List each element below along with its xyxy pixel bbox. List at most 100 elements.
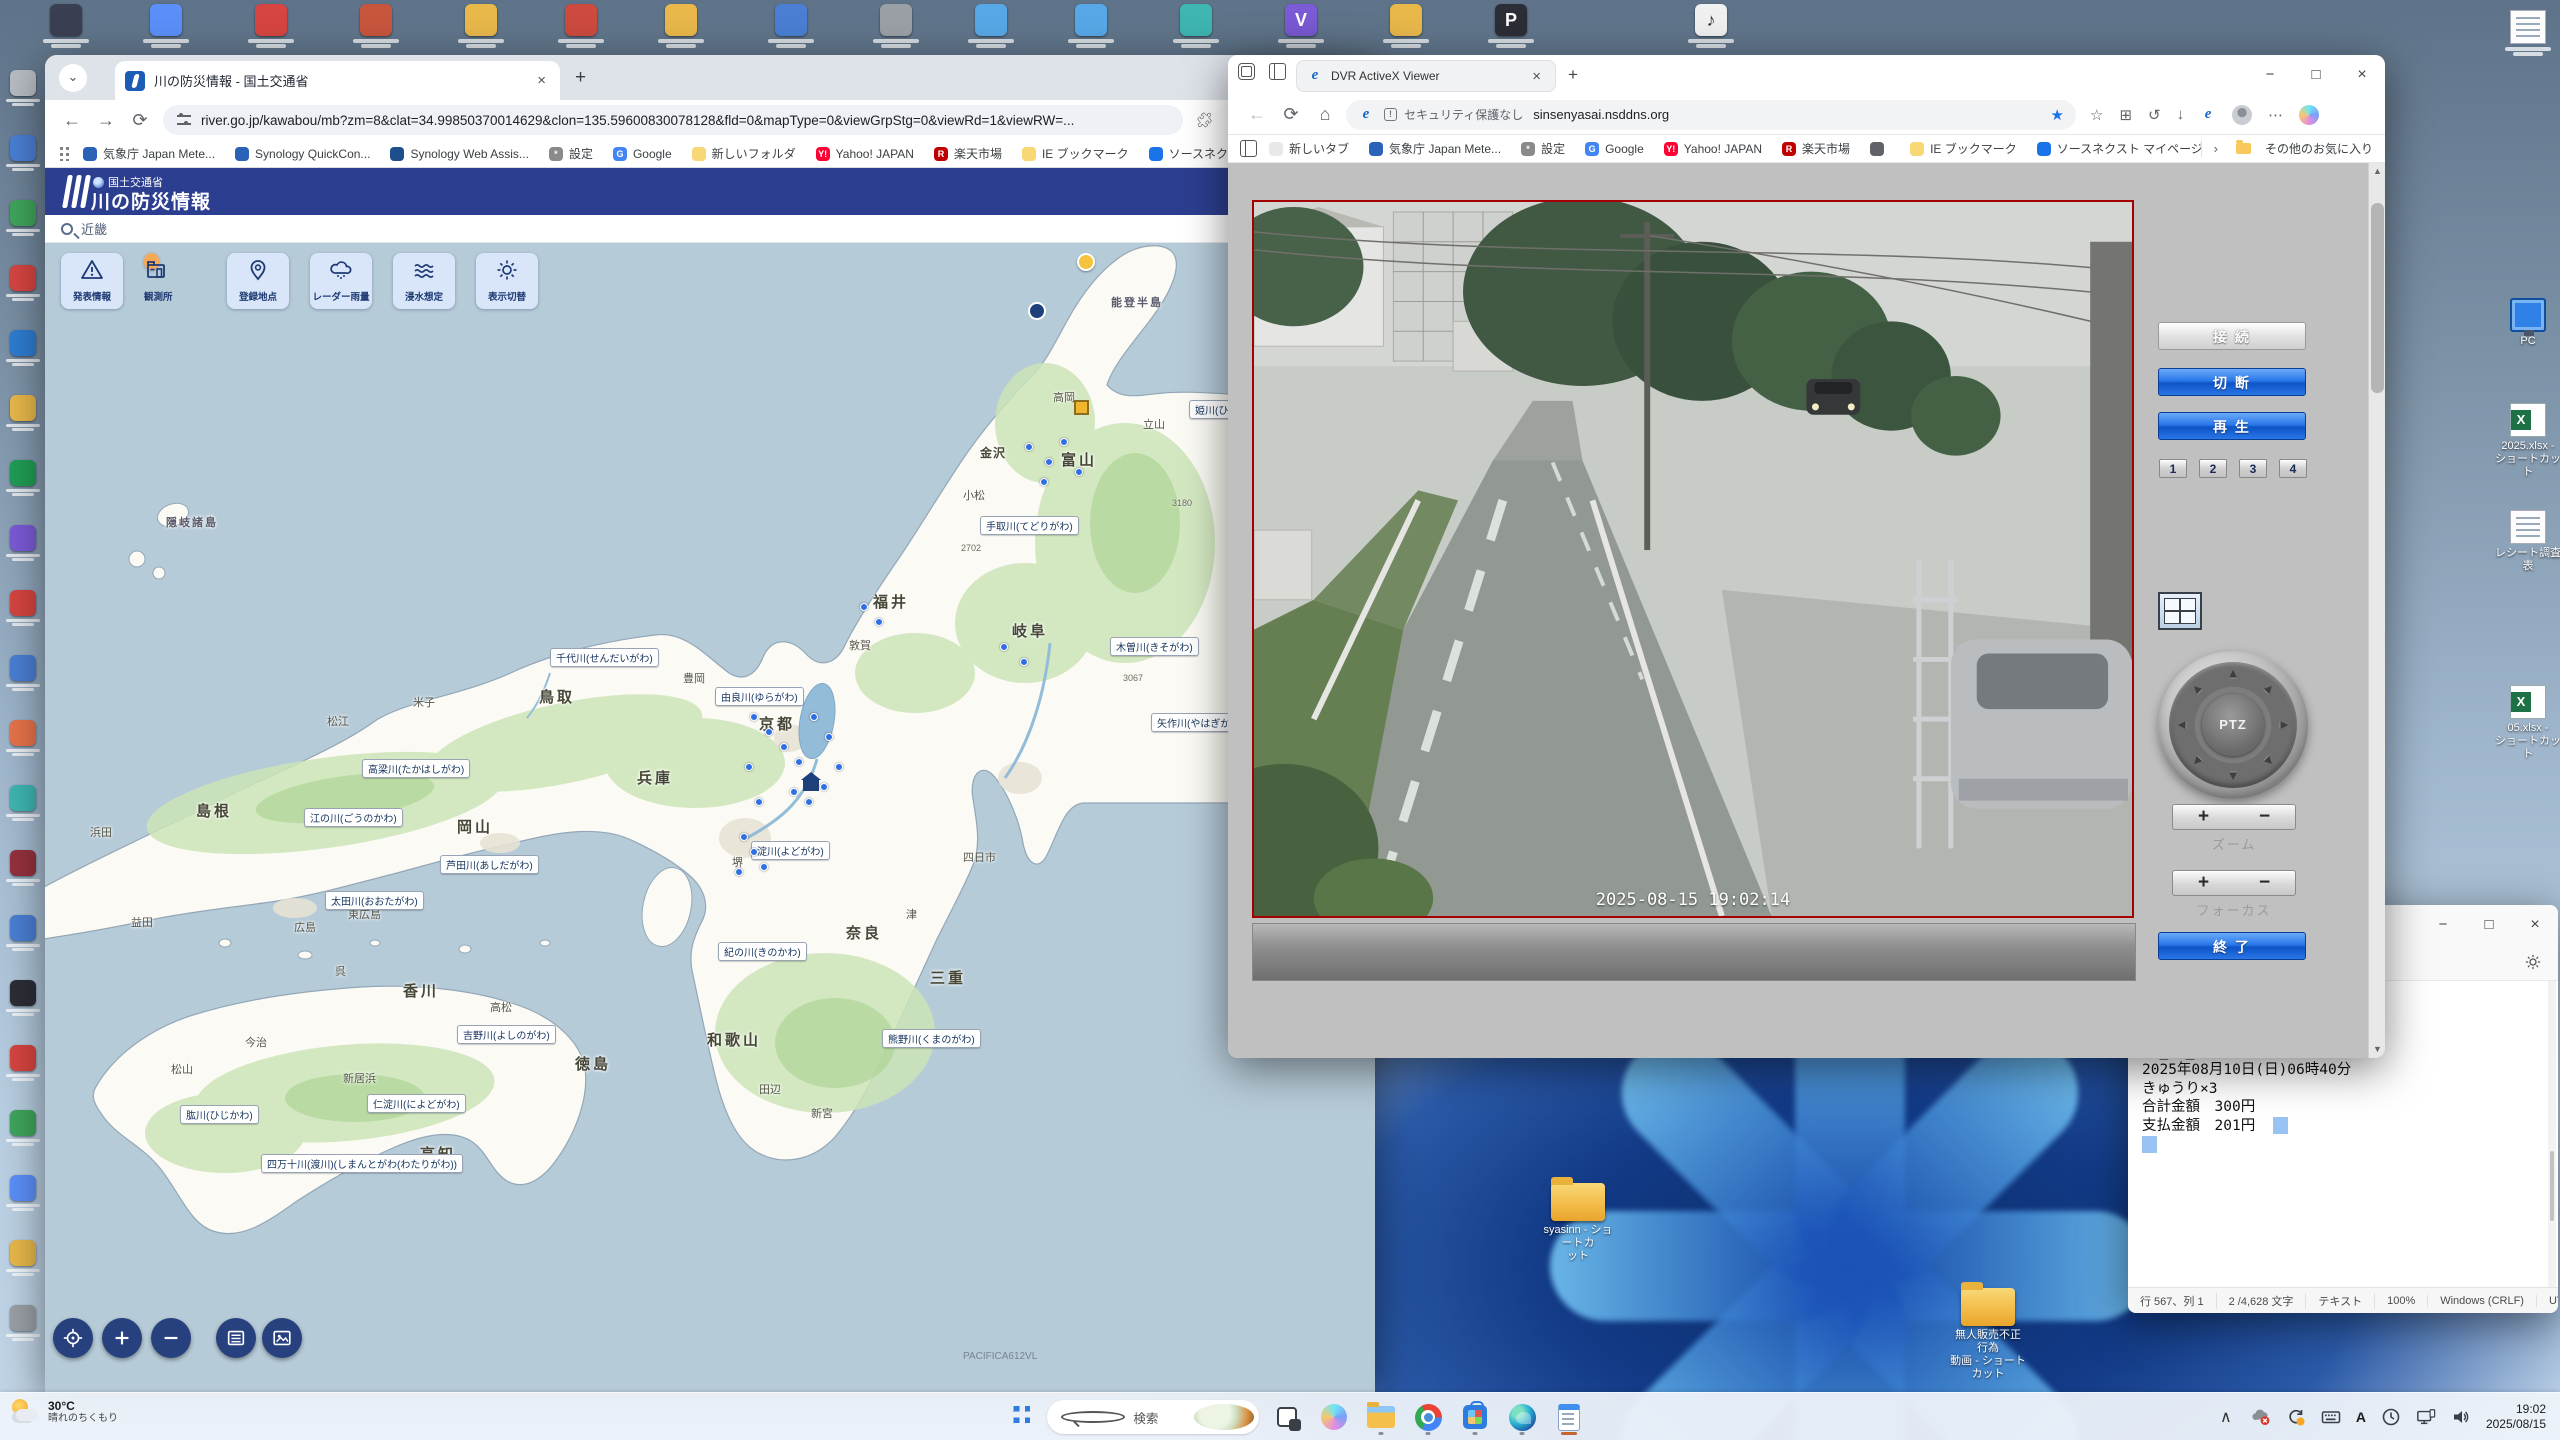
play-button[interactable]: 再 生 xyxy=(2158,412,2306,440)
bookmark-item[interactable]: 新しいフォルダ xyxy=(691,145,796,162)
desktop-icon[interactable]: P xyxy=(1475,4,1547,51)
ptz-control[interactable]: ▲ ▲ ▲ ▲ ▲ ▲ ▲ ▲ PTZ xyxy=(2158,651,2308,799)
favorite-star-icon[interactable]: ★ xyxy=(2051,106,2064,124)
address-bar[interactable]: e ! セキュリティ保護なし sinsenyasai.nsddns.org ★ xyxy=(1346,99,2076,130)
desktop-icon[interactable] xyxy=(2,200,44,241)
volume-icon[interactable] xyxy=(2451,1407,2471,1427)
more-favorites-chevron[interactable]: › xyxy=(2214,141,2218,156)
observation-station-dot[interactable] xyxy=(745,763,753,771)
channel-2-button[interactable]: 2 xyxy=(2199,459,2227,478)
store-button[interactable] xyxy=(1456,1398,1494,1436)
desktop-icon[interactable] xyxy=(1160,4,1232,51)
observation-station-dot[interactable] xyxy=(1040,478,1048,486)
copilot-icon[interactable] xyxy=(2299,104,2320,125)
apps-grid-icon[interactable] xyxy=(57,146,71,161)
favorite-item[interactable]: R 楽天市場 xyxy=(1782,140,1850,157)
desktop-icon[interactable] xyxy=(30,4,102,51)
observation-station-dot[interactable] xyxy=(1000,643,1008,651)
map-marker[interactable] xyxy=(1028,302,1046,320)
river-name-tag[interactable]: 熊野川(くまのがわ) xyxy=(882,1029,981,1048)
observation-station-dot[interactable] xyxy=(790,788,798,796)
map-toolbar-button[interactable]: レーダー雨量 xyxy=(310,253,372,309)
observation-station-dot[interactable] xyxy=(1020,658,1028,666)
minimize-icon[interactable]: − xyxy=(2420,905,2466,945)
start-button[interactable] xyxy=(1000,1398,1038,1436)
reload-icon[interactable]: ⟳ xyxy=(123,110,157,131)
connect-button[interactable]: 接 続 xyxy=(2158,322,2306,350)
favorite-item[interactable]: 新しいタブ xyxy=(1269,140,1349,157)
close-icon[interactable]: × xyxy=(2512,905,2558,945)
other-favorites-label[interactable]: その他のお気に入り xyxy=(2265,140,2373,157)
new-tab-button[interactable]: + xyxy=(1568,65,1578,85)
desktop-icon[interactable] xyxy=(2,265,44,306)
zoom-control[interactable]: + − xyxy=(2172,804,2296,830)
desktop-icon[interactable] xyxy=(445,4,517,51)
desktop-icon[interactable] xyxy=(2,850,44,891)
desktop-icon[interactable]: PC xyxy=(2494,298,2560,348)
observation-station-dot[interactable] xyxy=(820,783,828,791)
favorite-item[interactable]: IE ブックマーク xyxy=(1910,140,2017,157)
onedrive-error-icon[interactable] xyxy=(2251,1407,2271,1427)
desktop-icon[interactable] xyxy=(2,720,44,761)
notepad-scrollbar[interactable] xyxy=(2548,981,2556,1287)
desktop-icon[interactable] xyxy=(235,4,307,51)
desktop-icon[interactable] xyxy=(2,980,44,1021)
tab-close-icon[interactable]: × xyxy=(1528,68,1545,85)
reload-icon[interactable]: ⟳ xyxy=(1274,104,1308,125)
scroll-down-icon[interactable]: ▼ xyxy=(2369,1041,2385,1058)
network-icon[interactable] xyxy=(2416,1407,2436,1427)
observation-station-dot[interactable] xyxy=(1045,458,1053,466)
copilot-button[interactable] xyxy=(1315,1398,1353,1436)
favorites-pane-icon[interactable] xyxy=(1240,140,1257,157)
observation-station-dot[interactable] xyxy=(810,713,818,721)
map-marker[interactable] xyxy=(1077,253,1095,271)
hidden-icons-chevron[interactable]: ∧ xyxy=(2216,1407,2236,1427)
scroll-thumb[interactable] xyxy=(2371,203,2384,393)
desktop-icon[interactable]: レシート調査表 xyxy=(2494,510,2560,573)
desktop-icon[interactable] xyxy=(1055,4,1127,51)
desktop-icon[interactable] xyxy=(2,395,44,436)
more-menu-icon[interactable]: ⋯ xyxy=(2268,106,2283,124)
favorite-item[interactable]: * 設定 xyxy=(1521,140,1565,157)
map-control-button[interactable] xyxy=(53,1318,93,1358)
tab-actions-icon[interactable] xyxy=(1269,63,1286,80)
clock-app-icon[interactable] xyxy=(2381,1407,2401,1427)
bookmark-item[interactable]: Synology QuickCon... xyxy=(235,145,370,162)
desktop-icon[interactable] xyxy=(955,4,1027,51)
focus-control[interactable]: + − xyxy=(2172,870,2296,896)
ptz-down-icon[interactable]: ▲ xyxy=(2227,770,2240,785)
weather-widget[interactable]: 30°C 晴れのちくもり xyxy=(10,1397,118,1427)
site-settings-icon[interactable] xyxy=(177,113,191,125)
map-control-button[interactable] xyxy=(216,1318,256,1358)
collections-icon[interactable]: ⊞ xyxy=(2119,106,2132,124)
maximize-icon[interactable]: □ xyxy=(2466,905,2512,945)
map-toolbar-button[interactable]: 浸水想定 xyxy=(393,253,455,309)
desktop-icon[interactable] xyxy=(2,1305,44,1346)
edge-active-tab[interactable]: e DVR ActiveX Viewer × xyxy=(1296,60,1556,92)
chrome-button[interactable] xyxy=(1409,1398,1447,1436)
river-name-tag[interactable]: 紀の川(きのかわ) xyxy=(718,942,807,961)
quit-button[interactable]: 終 了 xyxy=(2158,932,2306,960)
forward-icon[interactable]: → xyxy=(89,110,123,131)
river-map[interactable]: 島根鳥取兵庫京都岡山岐阜福井三重和歌山香川徳島高知奈良富山金沢隠岐諸島能登半島 … xyxy=(45,243,1375,1392)
desktop-icon[interactable] xyxy=(2,525,44,566)
river-name-tag[interactable]: 仁淀川(によどがわ) xyxy=(367,1094,466,1113)
river-name-tag[interactable]: 千代川(せんだいがわ) xyxy=(550,648,659,667)
home-icon[interactable]: ⌂ xyxy=(1308,104,1342,125)
observation-station-dot[interactable] xyxy=(1025,443,1033,451)
map-marker[interactable] xyxy=(801,772,821,791)
channel-4-button[interactable]: 4 xyxy=(2279,459,2307,478)
river-name-tag[interactable]: 吉野川(よしのがわ) xyxy=(457,1025,556,1044)
desktop-icon[interactable] xyxy=(2,1045,44,1086)
desktop-icon[interactable] xyxy=(2,915,44,956)
map-toolbar-button[interactable]: 登録地点 xyxy=(227,253,289,309)
desktop-icon[interactable] xyxy=(2,1110,44,1151)
bookmark-item[interactable]: G Google xyxy=(612,145,672,162)
map-control-button[interactable] xyxy=(102,1318,142,1358)
observation-station-dot[interactable] xyxy=(795,758,803,766)
extensions-icon[interactable]: 🧩︎ xyxy=(1195,111,1214,129)
desktop-icon[interactable] xyxy=(2,460,44,501)
desktop-icon[interactable] xyxy=(1370,4,1442,51)
observation-station-dot[interactable] xyxy=(835,763,843,771)
edge-title-bar[interactable]: e DVR ActiveX Viewer × + − □ × xyxy=(1228,55,2385,95)
